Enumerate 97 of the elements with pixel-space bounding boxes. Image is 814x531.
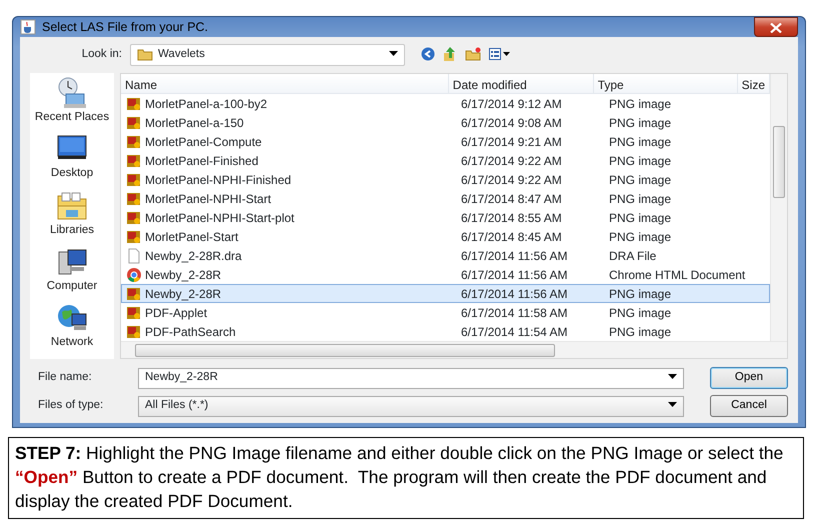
image-file-icon <box>126 172 142 188</box>
type-cell-text: PNG image <box>608 96 672 112</box>
close-icon <box>770 22 782 33</box>
image-file-icon <box>126 304 142 320</box>
date-cell-text: 6/17/2014 11:56 AM <box>460 248 569 264</box>
image-file-icon <box>126 152 142 168</box>
column-header[interactable]: Date modified <box>448 74 594 93</box>
look-in-dropdown[interactable]: Wavelets <box>130 44 405 66</box>
type-cell-text: PNG image <box>608 304 672 322</box>
type-cell-text: PNG image <box>608 210 672 226</box>
step-instructions: STEP 7: Highlight the PNG Image filename and either double click on the PNG Image or select the “Open” Button to create a PDF document. The program will then create the PDF document and display the created PDF Document. <box>8 437 804 519</box>
image-file-icon <box>126 324 142 340</box>
file-name: MorletPanel-NPHI-Start-plot <box>145 210 294 226</box>
sidebar-item[interactable]: Recent Places <box>34 77 110 126</box>
file-row[interactable]: MorletPanel-NPHI-Start 6/17/2014 8:47 AM PNG image <box>121 189 770 208</box>
date-cell-text: 6/17/2014 9:22 AM <box>460 172 563 188</box>
file-name: PDF-Applet <box>145 304 208 322</box>
file-row[interactable]: PDF-PathSearch 6/17/2014 11:54 AM PNG image <box>121 322 770 341</box>
date-cell-text: 6/17/2014 9:22 AM <box>460 152 563 170</box>
file-name: MorletPanel-Start <box>145 228 238 246</box>
date-cell-text: 6/17/2014 8:45 AM <box>460 228 563 246</box>
blank-file-icon <box>126 248 142 264</box>
sidebar-item[interactable]: Computer <box>46 246 98 295</box>
column-header[interactable]: Type <box>594 74 738 93</box>
file-row[interactable]: MorletPanel-NPHI-Start-plot 6/17/2014 8:55 AM PNG image <box>121 208 770 227</box>
type-cell-text: PNG image <box>608 152 672 170</box>
date-cell-text: 6/17/2014 11:56 AM <box>460 266 569 284</box>
file-row[interactable]: MorletPanel-a-150 6/17/2014 9:08 AM PNG image <box>121 113 770 132</box>
file-type-label: Files of type: <box>37 398 104 414</box>
folder-icon <box>56 190 88 222</box>
date-cell-text: 6/17/2014 9:21 AM <box>460 134 563 150</box>
file-row[interactable]: Newby_2-28R.dra 6/17/2014 11:56 AM DRA File <box>121 246 770 265</box>
type-cell-text: PNG image <box>608 114 672 132</box>
new-folder-icon <box>465 47 481 62</box>
date-cell-text: 6/17/2014 11:54 AM <box>460 324 569 340</box>
sidebar-item[interactable]: Desktop <box>50 133 94 182</box>
file-row[interactable]: MorletPanel-Start 6/17/2014 8:45 AM PNG image <box>121 227 770 246</box>
file-name-field[interactable]: Newby_2-28R <box>138 368 684 388</box>
file-name: MorletPanel-Finished <box>145 152 258 170</box>
caret-icon <box>668 402 677 408</box>
file-name-label: File name: <box>37 370 93 386</box>
file-row[interactable]: MorletPanel-a-100-by2 6/17/2014 9:12 AM PNG image <box>121 94 770 113</box>
vertical-scrollbar[interactable] <box>770 74 787 341</box>
file-name: PDF-PathSearch <box>145 324 236 340</box>
date-cell-text: 6/17/2014 8:47 AM <box>460 190 563 208</box>
type-cell-text: PNG image <box>608 190 672 208</box>
caret-icon <box>389 51 398 58</box>
type-cell-text: PNG image <box>608 134 672 150</box>
type-cell-text: PNG image <box>608 324 672 340</box>
image-file-icon <box>126 286 142 302</box>
file-name: Newby_2-28R <box>145 286 222 302</box>
recent-places-icon <box>56 77 88 109</box>
file-row[interactable]: MorletPanel-Compute 6/17/2014 9:21 AM PNG image <box>121 132 770 151</box>
look-in-label: Look in: <box>80 47 123 62</box>
file-row[interactable]: MorletPanel-Finished 6/17/2014 9:22 AM PNG image <box>121 151 770 170</box>
chrome-icon <box>126 266 142 282</box>
file-name: MorletPanel-Compute <box>145 134 262 150</box>
file-name: MorletPanel-a-100-by2 <box>145 96 268 112</box>
file-name: MorletPanel-NPHI-Finished <box>145 172 292 188</box>
image-file-icon <box>126 190 142 206</box>
file-row[interactable]: PDF-Applet 6/17/2014 11:58 AM PNG image <box>121 303 770 322</box>
close-button[interactable] <box>754 17 798 37</box>
sidebar-item[interactable]: Libraries <box>50 190 94 239</box>
file-row[interactable]: Newby_2-28R 6/17/2014 11:56 AM Chrome HTML Document <box>121 265 770 284</box>
file-type-dropdown[interactable]: All Files (*.*) <box>138 396 684 416</box>
date-cell-text: 6/17/2014 11:58 AM <box>460 304 569 322</box>
open-button[interactable]: Open <box>710 367 788 389</box>
file-name: Newby_2-28R <box>145 266 222 284</box>
image-file-icon <box>126 114 142 130</box>
file-row[interactable]: Newby_2-28R 6/17/2014 11:56 AM PNG image <box>121 284 770 303</box>
window-title: Select LAS File from your PC. <box>42 18 208 36</box>
horizontal-scrollbar[interactable] <box>121 341 787 358</box>
image-file-icon <box>126 134 142 150</box>
type-cell-text: PNG image <box>608 228 672 246</box>
file-name: MorletPanel-NPHI-Start <box>145 190 272 208</box>
image-file-icon <box>126 96 142 112</box>
up-folder-button[interactable] <box>443 46 457 64</box>
type-cell-text: Chrome HTML Document <box>608 266 746 284</box>
image-file-icon <box>126 228 142 244</box>
date-cell-text: 6/17/2014 9:12 AM <box>460 96 563 112</box>
type-cell-text: PNG image <box>608 172 672 188</box>
date-cell-text: 6/17/2014 9:08 AM <box>460 114 563 132</box>
file-name: Newby_2-28R.dra <box>145 248 242 264</box>
date-cell-text: 6/17/2014 8:55 AM <box>460 210 563 226</box>
date-cell-text: 6/17/2014 11:56 AM <box>460 286 569 302</box>
type-cell-text: PNG image <box>608 286 672 302</box>
column-header[interactable]: Name <box>121 74 449 93</box>
cup-icon <box>20 19 36 36</box>
file-row[interactable]: MorletPanel-NPHI-Finished 6/17/2014 9:22 AM PNG image <box>121 170 770 189</box>
sidebar-item[interactable]: Network <box>50 302 94 352</box>
up-arrow-folder-icon <box>443 46 457 62</box>
cancel-button[interactable]: Cancel <box>710 395 788 417</box>
image-file-icon <box>126 210 142 226</box>
file-name: MorletPanel-a-150 <box>145 114 244 132</box>
type-cell-text: DRA File <box>608 248 658 264</box>
caret-icon <box>668 374 677 380</box>
view-list-icon <box>489 48 511 60</box>
